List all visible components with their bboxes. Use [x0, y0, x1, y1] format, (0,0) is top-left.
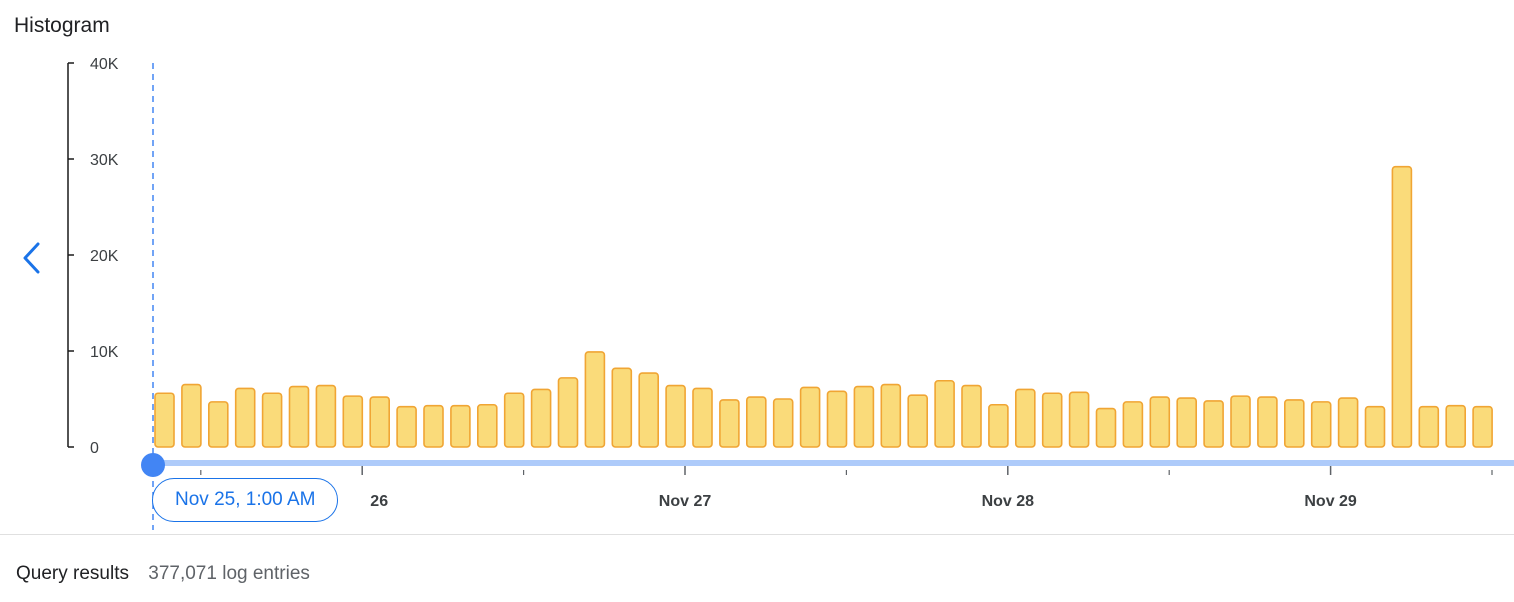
histogram-bar[interactable] — [719, 399, 740, 448]
divider — [0, 534, 1514, 535]
histogram-bar[interactable] — [530, 388, 552, 448]
histogram-bar[interactable] — [396, 405, 417, 448]
x-tick-label: Nov 28 — [982, 493, 1035, 510]
histogram-bar[interactable] — [369, 396, 391, 448]
histogram-bar[interactable] — [1041, 392, 1063, 448]
histogram-bar[interactable] — [1364, 405, 1386, 448]
histogram-bar[interactable] — [1310, 401, 1332, 448]
histogram-bar[interactable] — [1176, 397, 1197, 448]
histogram-bar[interactable] — [1284, 399, 1305, 448]
histogram-bar[interactable] — [1014, 388, 1036, 448]
histogram-bar[interactable] — [934, 379, 955, 448]
y-axis: 0 10K 20K 30K 40K — [67, 56, 119, 457]
histogram-bar[interactable] — [826, 390, 848, 448]
histogram-bar[interactable] — [1445, 404, 1466, 448]
histogram-bars[interactable] — [154, 165, 1493, 448]
histogram-bar[interactable] — [503, 392, 525, 448]
x-tick-label: 26 — [370, 493, 388, 510]
histogram-bar[interactable] — [342, 395, 364, 448]
y-tick-label: 20K — [90, 248, 119, 265]
histogram-bar[interactable] — [745, 396, 767, 448]
histogram-bar[interactable] — [611, 367, 633, 448]
histogram-bar[interactable] — [799, 386, 821, 448]
query-results-label: Query results — [16, 563, 129, 584]
histogram-bar[interactable] — [1230, 395, 1251, 448]
histogram-bar[interactable] — [880, 383, 902, 448]
histogram-bar[interactable] — [1472, 405, 1493, 448]
time-cursor-label[interactable]: Nov 25, 1:00 AM — [152, 478, 339, 522]
y-tick-label: 30K — [90, 152, 119, 169]
histogram-bar[interactable] — [961, 384, 982, 448]
histogram-bar[interactable] — [1337, 397, 1359, 448]
x-tick-label: Nov 27 — [659, 493, 712, 510]
y-tick-label: 40K — [90, 56, 119, 73]
histogram-bar[interactable] — [1257, 396, 1278, 448]
histogram-bar[interactable] — [1149, 396, 1171, 448]
histogram-bar[interactable] — [1068, 391, 1090, 448]
histogram-bar[interactable] — [476, 403, 498, 448]
x-axis[interactable]: 26Nov 27Nov 28Nov 29Nov 30Dec 1 — [152, 460, 1514, 510]
histogram-bar[interactable] — [692, 387, 713, 448]
x-tick-label: Nov 29 — [1304, 493, 1357, 510]
histogram-bar[interactable] — [1418, 405, 1440, 448]
histogram-bar[interactable] — [154, 392, 175, 448]
histogram-bar[interactable] — [1391, 165, 1413, 448]
histogram-bar[interactable] — [234, 387, 256, 448]
histogram-bar[interactable] — [208, 401, 229, 448]
histogram-bar[interactable] — [853, 385, 875, 448]
histogram-bar[interactable] — [315, 384, 337, 448]
histogram-bar[interactable] — [1095, 407, 1117, 448]
histogram-bar[interactable] — [772, 398, 794, 448]
histogram-bar[interactable] — [450, 404, 471, 448]
y-tick-label: 0 — [90, 440, 99, 457]
query-results-summary: Query results 377,071 log entries — [16, 563, 310, 585]
histogram-bar[interactable] — [584, 351, 606, 448]
histogram-bar[interactable] — [1122, 401, 1144, 448]
histogram-bar[interactable] — [665, 384, 686, 448]
histogram-bar[interactable] — [907, 394, 929, 448]
histogram-bar[interactable] — [261, 392, 283, 448]
histogram-bar[interactable] — [288, 385, 310, 448]
time-cursor-handle[interactable] — [141, 453, 165, 477]
log-entries-count: 377,071 log entries — [148, 563, 310, 584]
histogram-bar[interactable] — [638, 372, 660, 448]
y-tick-label: 10K — [90, 344, 119, 361]
histogram-bar[interactable] — [423, 404, 444, 448]
histogram-bar[interactable] — [988, 403, 1009, 448]
histogram-bar[interactable] — [557, 377, 579, 448]
histogram-bar[interactable] — [1203, 400, 1224, 448]
histogram-chart[interactable]: 010K20K30K40K 26Nov 27Nov 28Nov 29Nov 30… — [0, 0, 1514, 540]
histogram-bar[interactable] — [181, 383, 202, 448]
